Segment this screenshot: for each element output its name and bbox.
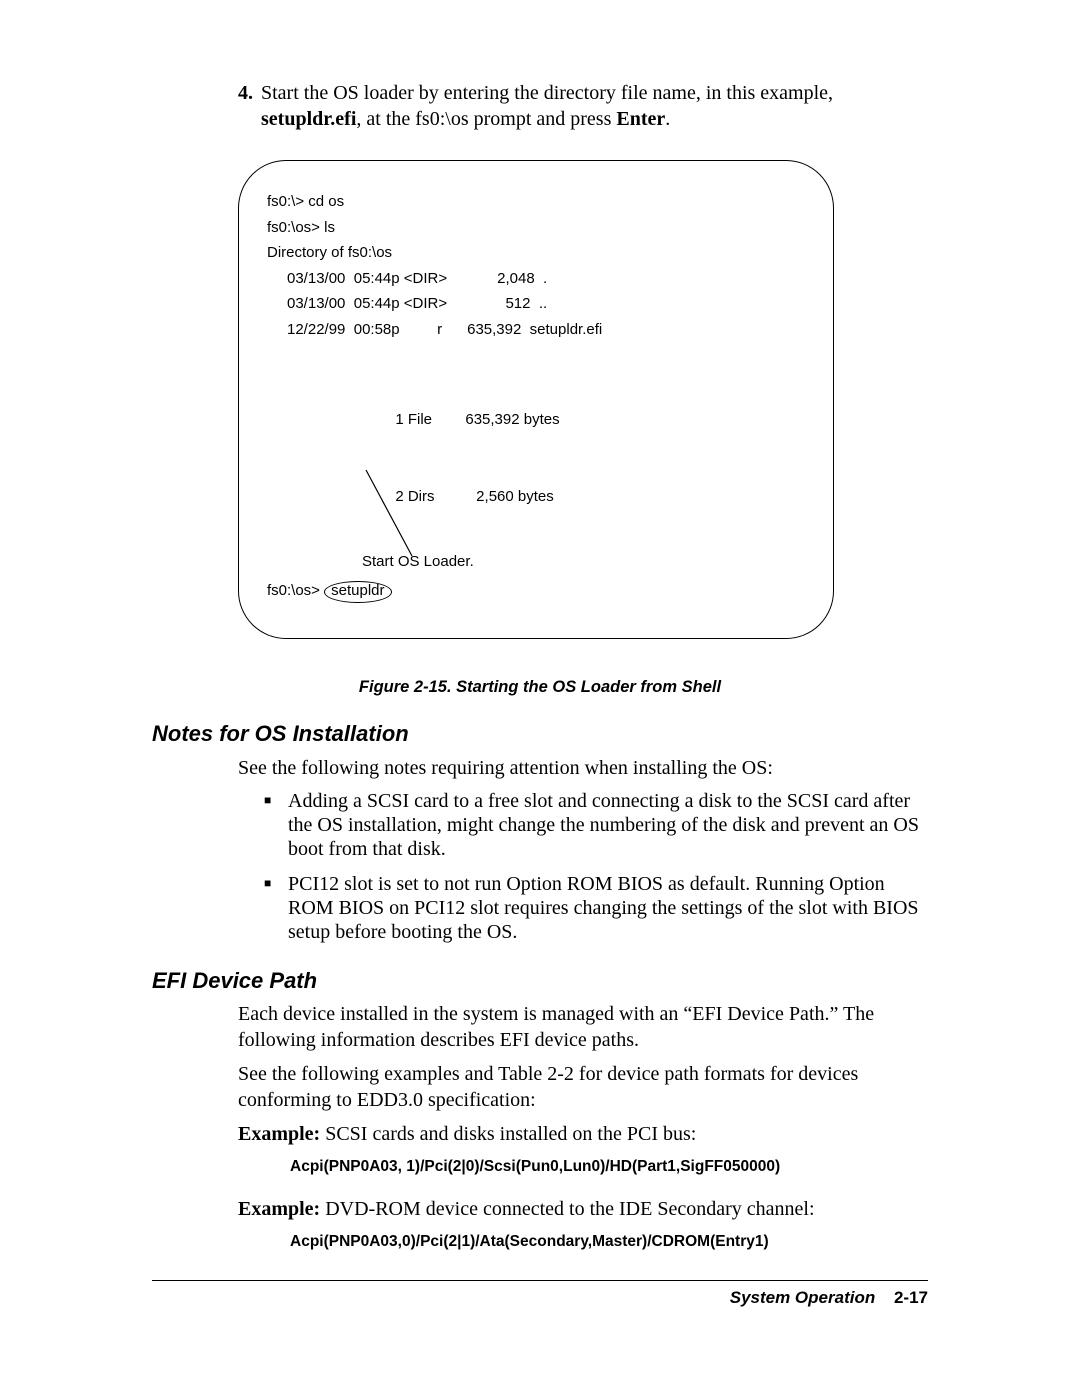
notes-bullet-list: Adding a SCSI card to a free slot and co… — [264, 789, 928, 945]
example-1-code: Acpi(PNP0A03, 1)/Pci(2|0)/Scsi(Pun0,Lun0… — [290, 1157, 928, 1177]
footer-title: System Operation — [730, 1288, 876, 1307]
terminal-line: Directory of fs0:\os — [267, 240, 805, 266]
example-label: Example: — [238, 1198, 320, 1220]
step-text: Start the OS loader by entering the dire… — [261, 80, 928, 132]
terminal-box: fs0:\> cd os fs0:\os> ls Directory of fs… — [238, 160, 834, 639]
terminal-command-row: fs0:\os> setupldr — [267, 578, 805, 604]
step-text-end: . — [665, 108, 670, 130]
heading-notes-os-installation: Notes for OS Installation — [152, 720, 928, 749]
terminal-row: 12/22/99 00:58p r 635,392 setupldr.efi — [287, 317, 805, 343]
footer-rule — [152, 1280, 928, 1281]
step-number: 4. — [238, 80, 253, 106]
terminal-command-oval: setupldr — [324, 581, 391, 603]
example-2-code: Acpi(PNP0A03,0)/Pci(2|1)/Ata(Secondary,M… — [290, 1232, 928, 1252]
page-footer: System Operation 2-17 — [152, 1287, 928, 1309]
heading-efi-device-path: EFI Device Path — [152, 967, 928, 996]
efi-paragraph-1: Each device installed in the system is m… — [238, 1001, 928, 1053]
footer-page-number: 2-17 — [894, 1288, 928, 1307]
terminal-row: 03/13/00 05:44p <DIR> 512 .. — [287, 291, 805, 317]
terminal-summary-line: 1 File 635,392 bytes — [387, 407, 805, 433]
efi-paragraph-2: See the following examples and Table 2-2… — [238, 1061, 928, 1113]
step-text-mid: , at the fs0:\os prompt and press — [356, 108, 616, 130]
terminal-row: 03/13/00 05:44p <DIR> 2,048 . — [287, 266, 805, 292]
notes-intro: See the following notes requiring attent… — [238, 755, 928, 781]
example-text: SCSI cards and disks installed on the PC… — [320, 1123, 696, 1145]
terminal-prompt: fs0:\os> — [267, 582, 320, 599]
figure-caption: Figure 2-15. Starting the OS Loader from… — [152, 677, 928, 698]
terminal-figure-wrap: fs0:\> cd os fs0:\os> ls Directory of fs… — [152, 160, 928, 639]
example-label: Example: — [238, 1123, 320, 1145]
list-item: PCI12 slot is set to not run Option ROM … — [264, 872, 928, 945]
step-4: 4. Start the OS loader by entering the d… — [238, 80, 928, 132]
terminal-line: fs0:\os> ls — [267, 215, 805, 241]
step-text-bold1: setupldr.efi — [261, 108, 356, 130]
example-2: Example: DVD-ROM device connected to the… — [238, 1196, 928, 1222]
list-item: Adding a SCSI card to a free slot and co… — [264, 789, 928, 862]
example-1: Example: SCSI cards and disks installed … — [238, 1121, 928, 1147]
example-text: DVD-ROM device connected to the IDE Seco… — [320, 1198, 814, 1220]
step-text-bold2: Enter — [616, 108, 665, 130]
step-text-pre: Start the OS loader by entering the dire… — [261, 82, 833, 104]
terminal-line: fs0:\> cd os — [267, 189, 805, 215]
callout-label: Start OS Loader. — [362, 552, 474, 572]
